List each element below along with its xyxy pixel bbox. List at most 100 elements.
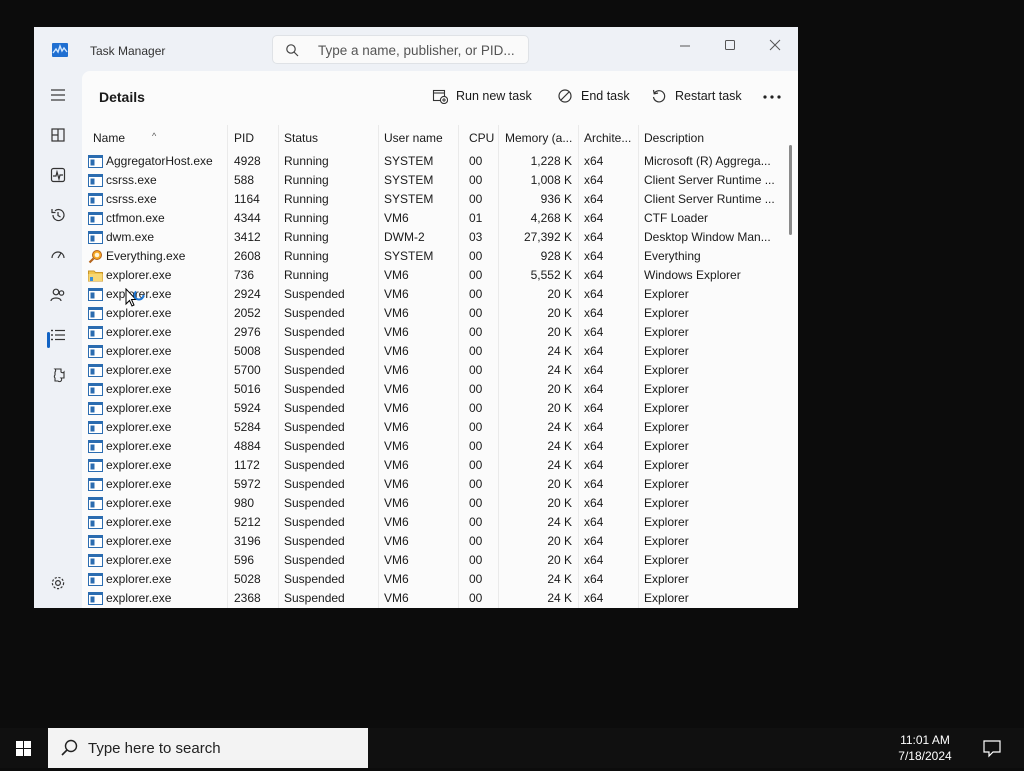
table-row[interactable]: explorer.exe 5284 Suspended VM6 00 24 K x64 Exp…: [82, 418, 782, 437]
table-row[interactable]: csrss.exe 1164 Running SYSTEM 00 936 K x64 Clie…: [82, 190, 782, 209]
table-row[interactable]: explorer.exe 5924 Suspended VM6 00 20 K x64 Exp…: [82, 399, 782, 418]
table-row[interactable]: csrss.exe 588 Running SYSTEM 00 1,008 K x64 Cli…: [82, 171, 782, 190]
taskbar-search-placeholder: Type here to search: [88, 740, 221, 757]
taskbar-search-box[interactable]: Type here to search: [48, 728, 368, 768]
cell-mem: 20 K: [547, 325, 572, 339]
cell-name: csrss.exe: [106, 192, 157, 206]
column-header-memory[interactable]: Memory (a...: [505, 125, 575, 152]
cell-user: VM6: [384, 572, 409, 586]
cell-name: explorer.exe: [106, 591, 172, 605]
restart-task-button[interactable]: Restart task: [651, 87, 746, 107]
table-row[interactable]: explorer.exe 1172 Suspended VM6 00 24 K x64 Exp…: [82, 456, 782, 475]
nav-services[interactable]: [44, 361, 72, 389]
nav-details[interactable]: [44, 321, 72, 349]
cell-pid: 5212: [234, 515, 261, 529]
application-icon: [88, 439, 103, 454]
application-icon: [88, 344, 103, 359]
table-row[interactable]: explorer.exe 5972 Suspended VM6 00 20 K x64 Exp…: [82, 475, 782, 494]
maximize-button[interactable]: [710, 31, 750, 59]
cell-cpu: 00: [469, 420, 483, 434]
cell-desc: Explorer: [644, 401, 689, 415]
cell-desc: Desktop Window Man...: [644, 230, 771, 244]
column-header-pid[interactable]: PID: [234, 125, 274, 152]
cell-name: dwm.exe: [106, 230, 155, 244]
cell-name: explorer.exe: [106, 363, 172, 377]
run-new-task-button[interactable]: Run new task: [432, 87, 532, 107]
column-header-user-name[interactable]: User name: [384, 125, 454, 152]
cell-cpu: 00: [469, 439, 483, 453]
app-history-icon: [51, 208, 65, 222]
scrollbar-thumb[interactable]: [789, 145, 792, 235]
table-row[interactable]: explorer.exe 736 Running VM6 00 5,552 K x64 Win…: [82, 266, 782, 285]
search-placeholder: Type a name, publisher, or PID...: [318, 43, 515, 58]
cell-user: VM6: [384, 553, 409, 567]
vertical-scrollbar[interactable]: [788, 125, 794, 608]
details-page: Details Run new task End task Restart ta…: [82, 71, 798, 608]
cell-pid: 2924: [234, 287, 261, 301]
application-icon: [88, 420, 103, 435]
nav-startup-apps[interactable]: [44, 241, 72, 269]
column-header-description[interactable]: Description: [644, 125, 778, 152]
application-icon: [88, 477, 103, 492]
minimize-button[interactable]: [665, 31, 705, 59]
cell-desc: Explorer: [644, 496, 689, 510]
search-box[interactable]: Type a name, publisher, or PID...: [272, 35, 529, 64]
menu-button[interactable]: [44, 81, 72, 109]
cell-desc: Microsoft (R) Aggrega...: [644, 154, 771, 168]
restart-task-label: Restart task: [675, 89, 742, 103]
table-row[interactable]: explorer.exe 2052 Suspended VM6 00 20 K x64 Exp…: [82, 304, 782, 323]
close-button[interactable]: [755, 31, 795, 59]
end-task-button[interactable]: End task: [557, 87, 632, 107]
table-row[interactable]: explorer.exe 980 Suspended VM6 00 20 K x64 Expl…: [82, 494, 782, 513]
table-row[interactable]: explorer.exe 3196 Suspended VM6 00 20 K x64 Exp…: [82, 532, 782, 551]
cell-desc: Explorer: [644, 325, 689, 339]
nav-app-history[interactable]: [44, 201, 72, 229]
column-header-status[interactable]: Status: [284, 125, 374, 152]
column-header-architecture[interactable]: Archite...: [584, 125, 636, 152]
cell-user: VM6: [384, 344, 409, 358]
table-header: ^ Name PID Status User name CPU Memory (…: [82, 125, 782, 152]
table-row[interactable]: explorer.exe 2368 Suspended VM6 00 24 K x64 Exp…: [82, 589, 782, 608]
table-row[interactable]: explorer.exe 2924 Suspended VM6 00 20 K x64 Exp…: [82, 285, 782, 304]
table-row[interactable]: explorer.exe 596 Suspended VM6 00 20 K x64 Expl…: [82, 551, 782, 570]
cell-name: explorer.exe: [106, 477, 172, 491]
table-row[interactable]: explorer.exe 2976 Suspended VM6 00 20 K x64 Exp…: [82, 323, 782, 342]
table-row[interactable]: explorer.exe 5008 Suspended VM6 00 24 K x64 Exp…: [82, 342, 782, 361]
table-row[interactable]: dwm.exe 3412 Running DWM-2 03 27,392 K x64 Desk…: [82, 228, 782, 247]
nav-users[interactable]: [44, 281, 72, 309]
column-header-cpu[interactable]: CPU: [469, 125, 495, 152]
cell-cpu: 00: [469, 534, 483, 548]
nav-performance[interactable]: [44, 161, 72, 189]
nav-processes[interactable]: [44, 121, 72, 149]
system-clock[interactable]: 11:01 AM 7/18/2024: [880, 732, 970, 764]
table-row[interactable]: explorer.exe 4884 Suspended VM6 00 24 K x64 Exp…: [82, 437, 782, 456]
search-icon: [286, 44, 299, 57]
start-button[interactable]: [0, 728, 48, 768]
application-icon: [88, 401, 103, 416]
application-icon: [88, 325, 103, 340]
cell-pid: 5924: [234, 401, 261, 415]
cell-user: VM6: [384, 591, 409, 605]
cell-pid: 2976: [234, 325, 261, 339]
more-options-button[interactable]: [762, 88, 782, 106]
cell-arch: x64: [584, 553, 604, 567]
table-row[interactable]: Everything.exe 2608 Running SYSTEM 00 928 K x6…: [82, 247, 782, 266]
settings-button[interactable]: [44, 569, 72, 597]
column-header-name[interactable]: ^ Name: [82, 125, 227, 152]
table-row[interactable]: ctfmon.exe 4344 Running VM6 01 4,268 K x64 CTF …: [82, 209, 782, 228]
cell-arch: x64: [584, 154, 604, 168]
notification-center-icon[interactable]: [982, 738, 1002, 758]
table-row[interactable]: explorer.exe 5028 Suspended VM6 00 24 K x64 Exp…: [82, 570, 782, 589]
cell-mem: 24 K: [547, 439, 572, 453]
application-icon: [88, 363, 103, 378]
table-row[interactable]: AggregatorHost.exe 4928 Running SYSTEM 00 1,2…: [82, 152, 782, 171]
table-row[interactable]: explorer.exe 5016 Suspended VM6 00 20 K x64 Exp…: [82, 380, 782, 399]
table-row[interactable]: explorer.exe 5212 Suspended VM6 00 24 K x64 Exp…: [82, 513, 782, 532]
cell-pid: 1172: [234, 458, 260, 472]
sort-ascending-icon: ^: [152, 131, 157, 141]
cell-desc: Explorer: [644, 287, 689, 301]
title-bar[interactable]: Task Manager Type a name, publisher, or …: [34, 27, 798, 71]
cell-user: SYSTEM: [384, 192, 434, 206]
cell-user: SYSTEM: [384, 173, 434, 187]
table-row[interactable]: explorer.exe 5700 Suspended VM6 00 24 K x64 Exp…: [82, 361, 782, 380]
